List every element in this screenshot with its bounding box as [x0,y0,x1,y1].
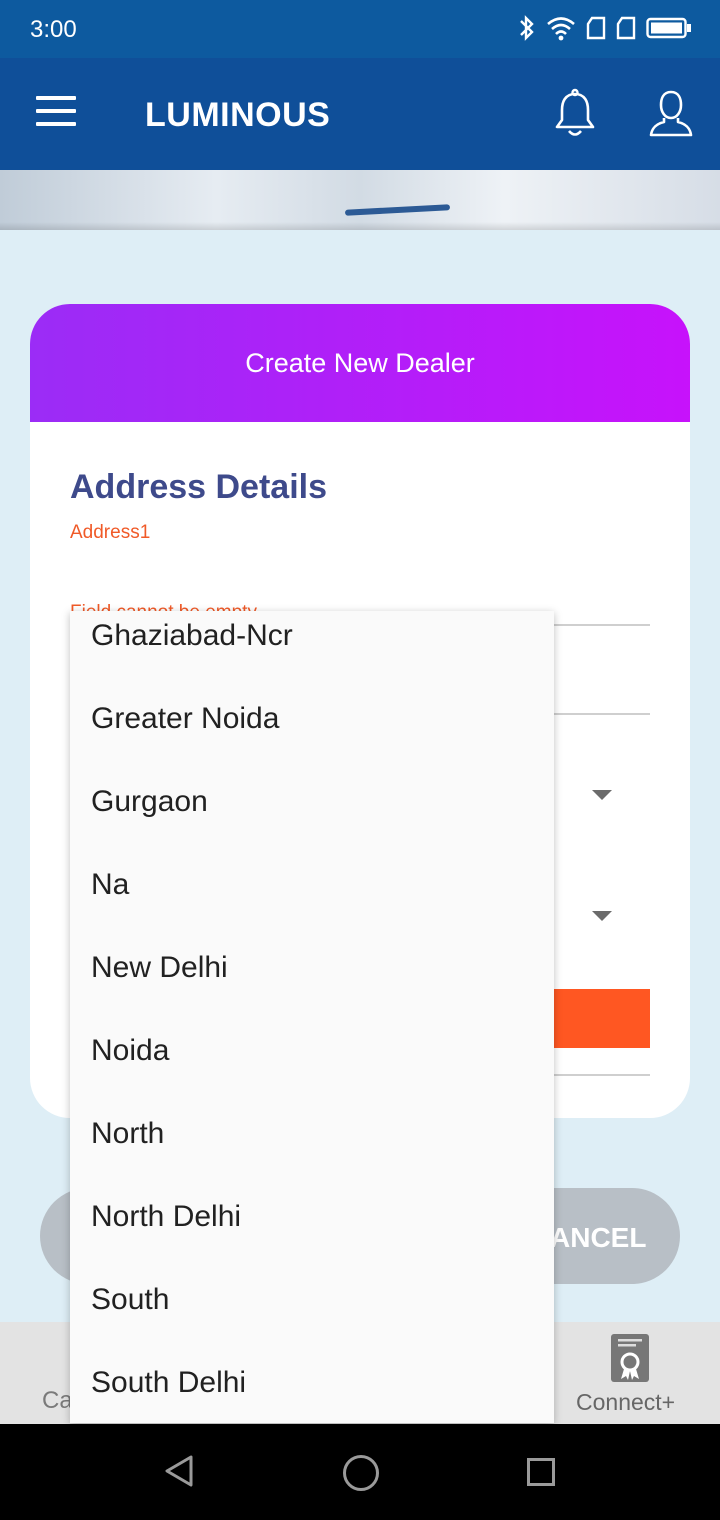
city-dropdown-arrow-icon[interactable] [592,911,612,921]
home-icon[interactable] [343,1455,379,1491]
state-dropdown-arrow-icon[interactable] [592,790,612,800]
bell-icon[interactable] [552,88,598,138]
dropdown-option[interactable]: Ghaziabad-Ncr [91,619,293,653]
cancel-button-label: ANCEL [550,1222,647,1253]
recent-apps-icon[interactable] [527,1458,555,1486]
dropdown-option[interactable]: New Delhi [91,951,228,985]
section-title: Address Details [70,468,327,506]
sim1-icon [586,16,606,40]
status-icons [518,14,692,42]
dropdown-option[interactable]: Noida [91,1034,169,1068]
back-icon[interactable] [164,1454,194,1488]
bluetooth-icon [520,15,534,41]
hamburger-menu-icon[interactable] [36,96,76,128]
wifi-icon [547,17,575,41]
status-bar: 3:00 [0,0,720,58]
dropdown-option[interactable]: South [91,1283,169,1317]
dropdown-option[interactable]: Gurgaon [91,785,208,819]
dropdown-option[interactable]: North Delhi [91,1200,241,1234]
app-title: LUMINOUS [145,96,331,134]
battery-icon [646,17,691,39]
app-bar: LUMINOUS [0,58,720,170]
dropdown-option[interactable]: South Delhi [91,1366,246,1400]
dropdown-option[interactable]: Na [91,868,129,902]
orange-action-button[interactable] [550,989,650,1048]
nav-item-connect-plus[interactable]: Connect+ [576,1389,675,1416]
user-icon[interactable] [648,88,694,138]
city-dropdown-list: Ghaziabad-Ncr Greater Noida Gurgaon Na N… [70,611,554,1423]
certificate-icon[interactable] [610,1333,650,1383]
sim2-icon [616,16,636,40]
address1-label: Address1 [70,522,151,543]
card-header: Create New Dealer [30,304,690,422]
dropdown-option[interactable]: Greater Noida [91,702,279,736]
nav-item-left-label[interactable]: Ca [42,1387,73,1415]
dropdown-option[interactable]: North [91,1117,164,1151]
status-time: 3:00 [30,16,77,43]
header-banner-image [0,170,720,230]
